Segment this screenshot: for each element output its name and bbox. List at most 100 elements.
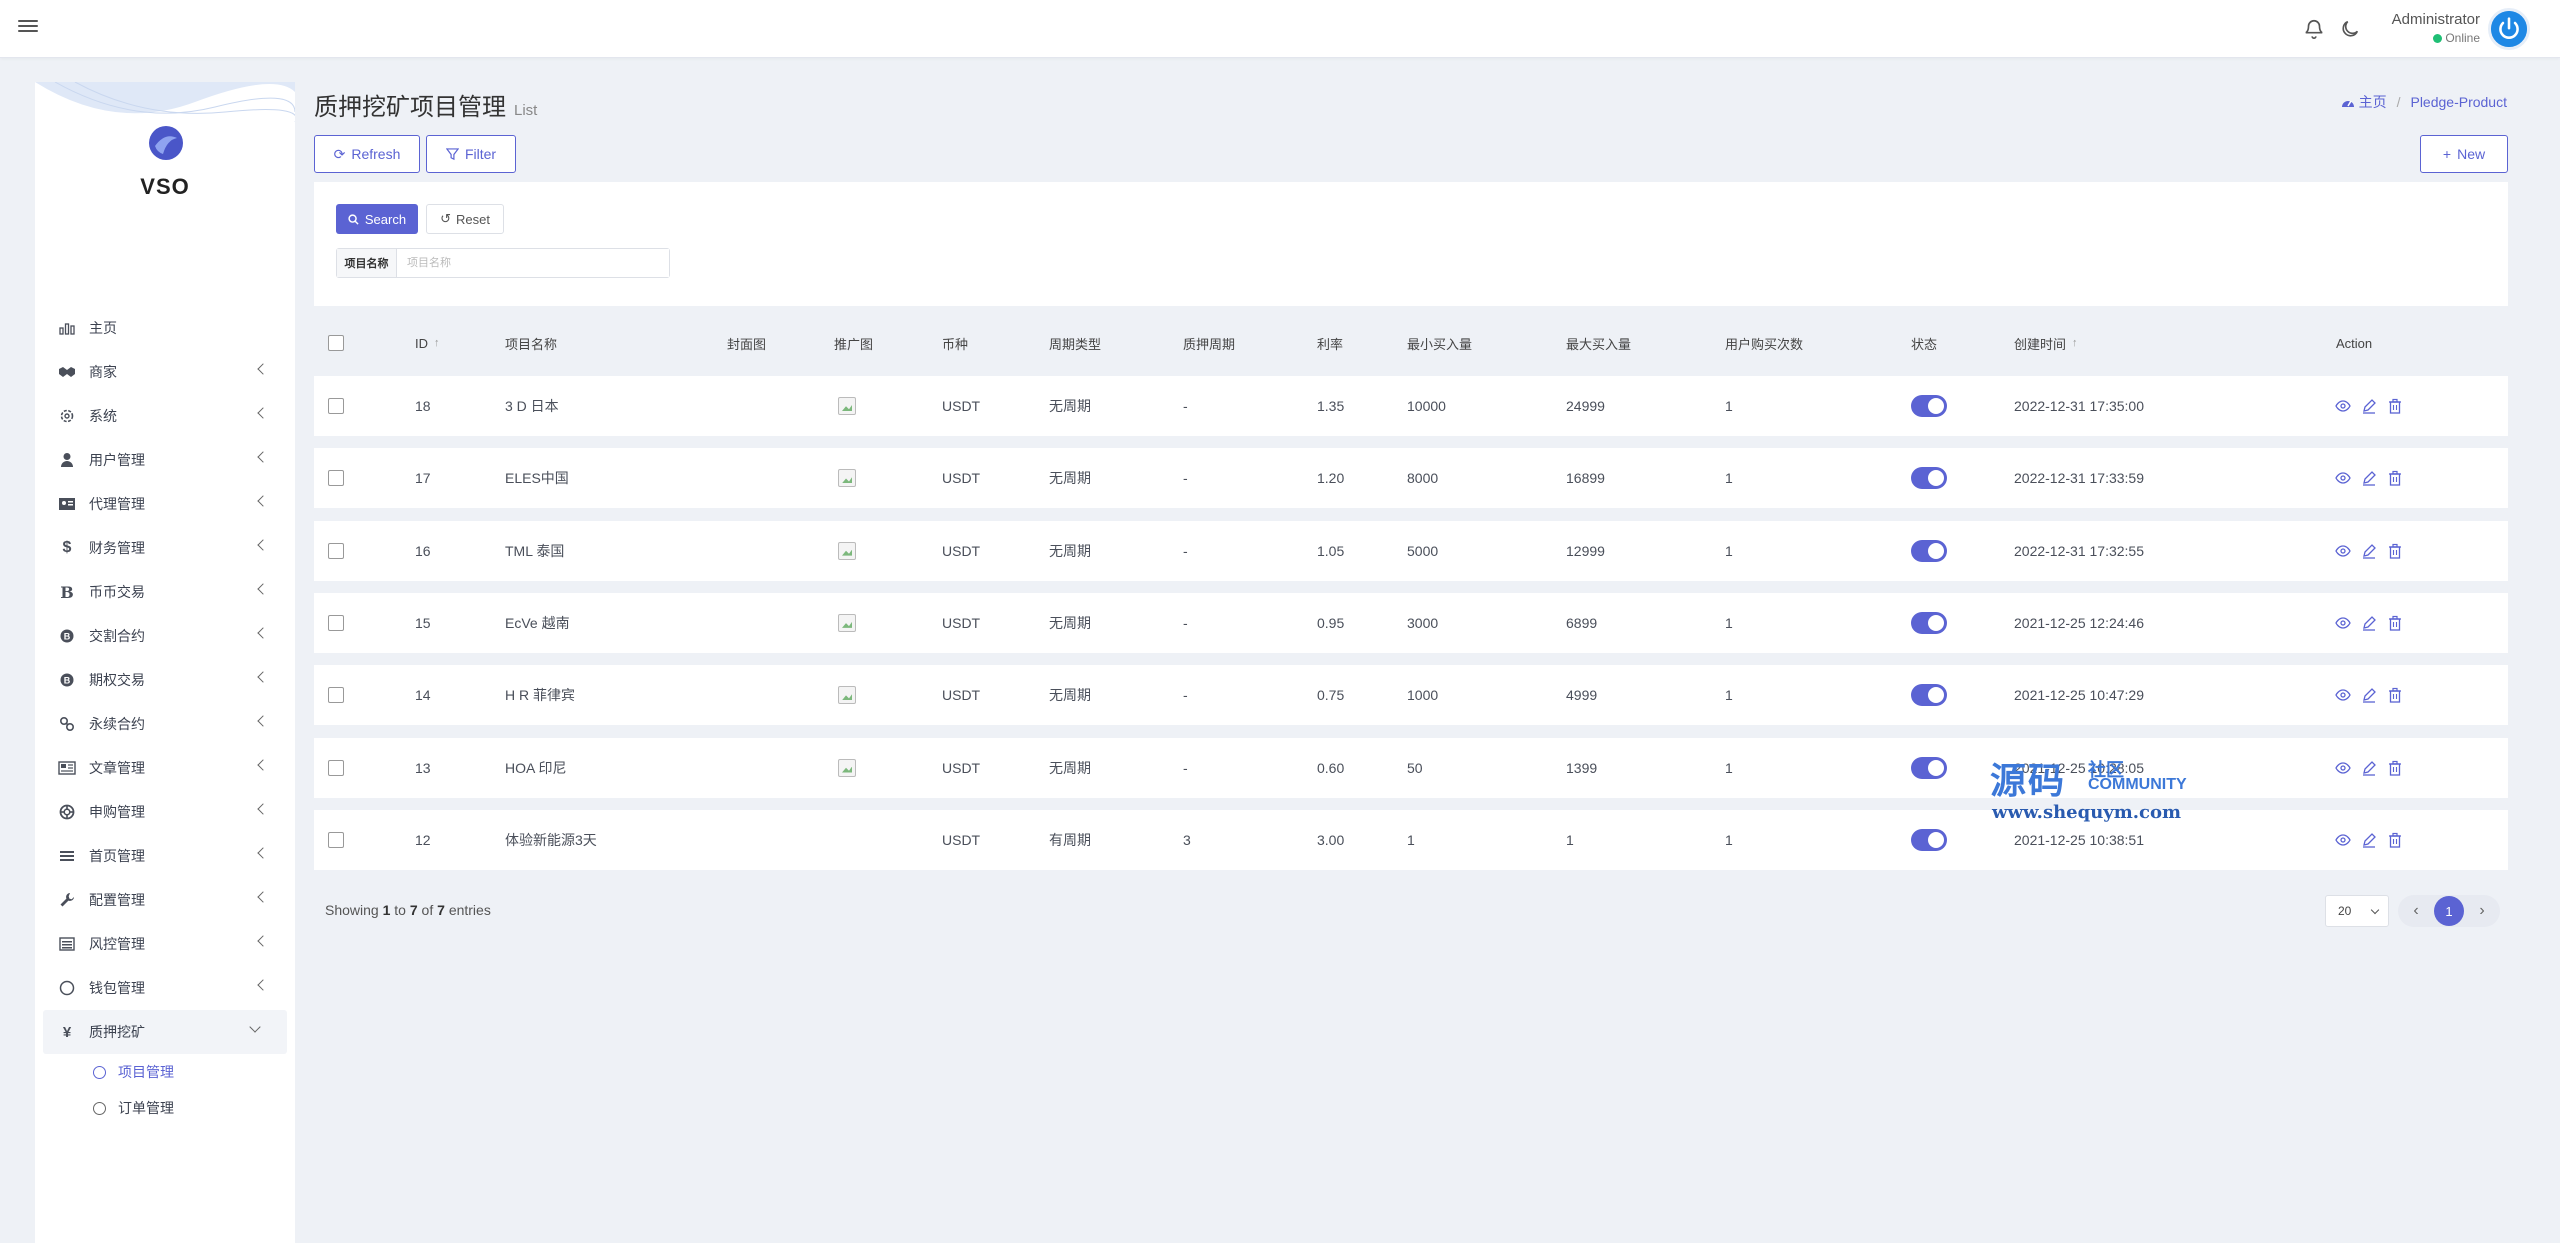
filter-button[interactable]: Filter: [426, 135, 516, 173]
wrench-icon: [57, 891, 77, 909]
cell-cycle: -: [1183, 542, 1188, 559]
eye-icon[interactable]: [2335, 832, 2351, 848]
project-name-input[interactable]: [397, 249, 669, 277]
sidebar-item-16[interactable]: ¥ 质押挖矿: [43, 1010, 287, 1054]
select-all-checkbox[interactable]: [328, 335, 344, 351]
sidebar-subitem-1[interactable]: 订单管理: [35, 1090, 295, 1126]
row-checkbox[interactable]: [328, 759, 344, 776]
edit-icon[interactable]: [2361, 760, 2377, 776]
status-toggle[interactable]: [1911, 395, 1947, 417]
sidebar-item-15[interactable]: 钱包管理: [35, 966, 295, 1010]
trash-icon[interactable]: [2387, 543, 2403, 559]
showing-total: 7: [437, 902, 445, 918]
undo-icon: ↺: [440, 211, 451, 226]
sidebar-item-10[interactable]: 文章管理: [35, 746, 295, 790]
trash-icon[interactable]: [2387, 470, 2403, 486]
sidebar-item-13[interactable]: 配置管理: [35, 878, 295, 922]
avatar[interactable]: [2488, 8, 2530, 50]
cell-id: 18: [415, 398, 431, 414]
breadcrumb-home[interactable]: 主页: [2359, 92, 2387, 112]
sidebar-item-11[interactable]: 申购管理: [35, 790, 295, 834]
sidebar-item-1[interactable]: 商家: [35, 350, 295, 394]
row-checkbox[interactable]: [328, 542, 344, 559]
sidebar-item-5[interactable]: $ 财务管理: [35, 526, 295, 570]
cell-coin: USDT: [942, 470, 981, 487]
image-thumbnail-icon[interactable]: [838, 758, 856, 777]
edit-icon[interactable]: [2361, 687, 2377, 703]
cell-cycle-type: 无周期: [1049, 687, 1091, 704]
sidebar-item-0[interactable]: 主页: [35, 306, 295, 350]
cell-coin: USDT: [942, 398, 981, 414]
trash-icon[interactable]: [2387, 832, 2403, 848]
sidebar-item-2[interactable]: 系统: [35, 394, 295, 438]
trash-icon[interactable]: [2387, 398, 2403, 414]
edit-icon[interactable]: [2361, 398, 2377, 414]
cell-coin: USDT: [942, 759, 981, 776]
eye-icon[interactable]: [2335, 398, 2351, 414]
row-select-cell: [328, 738, 344, 798]
project-name-label: 项目名称: [337, 249, 397, 277]
sidebar-item-label: 首页管理: [89, 848, 145, 864]
sidebar-item-7[interactable]: B 交割合约: [35, 614, 295, 658]
row-checkbox[interactable]: [328, 831, 344, 848]
status-toggle[interactable]: [1911, 828, 1947, 851]
cell-status: [1911, 448, 1947, 508]
page-size-select[interactable]: 20: [2325, 895, 2389, 927]
current-page-button[interactable]: 1: [2434, 896, 2464, 926]
row-checkbox[interactable]: [328, 614, 344, 631]
cell-rate: 0.75: [1317, 687, 1345, 704]
image-thumbnail-icon[interactable]: [838, 613, 856, 632]
eye-icon[interactable]: [2335, 760, 2351, 776]
image-thumbnail-icon[interactable]: [838, 686, 856, 705]
eye-icon[interactable]: [2335, 470, 2351, 486]
status-toggle[interactable]: [1911, 611, 1947, 634]
image-thumbnail-icon[interactable]: [838, 469, 856, 488]
col-rate: 利率: [1317, 336, 1344, 352]
new-button[interactable]: + New: [2420, 135, 2508, 173]
eye-icon[interactable]: [2335, 687, 2351, 703]
eye-icon[interactable]: [2335, 615, 2351, 631]
sidebar-item-4[interactable]: 代理管理: [35, 482, 295, 526]
sidebar-item-9[interactable]: 永续合约: [35, 702, 295, 746]
eye-icon[interactable]: [2335, 543, 2351, 559]
trash-icon[interactable]: [2387, 687, 2403, 703]
cell-cycle-type: 有周期: [1049, 831, 1091, 848]
showing-of-word: of: [421, 902, 434, 918]
image-thumbnail-icon[interactable]: [838, 397, 856, 415]
reset-button[interactable]: ↺ Reset: [426, 204, 504, 234]
row-checkbox[interactable]: [328, 470, 344, 487]
sidebar-item-8[interactable]: B 期权交易: [35, 658, 295, 702]
edit-icon[interactable]: [2361, 832, 2377, 848]
status-toggle[interactable]: [1911, 467, 1947, 490]
refresh-button[interactable]: ⟳ Refresh: [314, 135, 420, 173]
cell-cycle-type: 无周期: [1049, 470, 1091, 487]
cell-min: 1000: [1407, 687, 1439, 704]
edit-icon[interactable]: [2361, 470, 2377, 486]
trash-icon[interactable]: [2387, 760, 2403, 776]
sidebar-item-6[interactable]: B 币币交易: [35, 570, 295, 614]
row-checkbox[interactable]: [328, 398, 344, 414]
cell-coin: USDT: [942, 831, 981, 848]
sidebar-item-14[interactable]: 风控管理: [35, 922, 295, 966]
image-thumbnail-icon[interactable]: [838, 541, 856, 560]
status-toggle[interactable]: [1911, 684, 1947, 707]
trash-icon[interactable]: [2387, 615, 2403, 631]
menu-toggle-icon[interactable]: [18, 17, 38, 39]
col-created[interactable]: 创建时间 ↑: [2014, 320, 2078, 366]
cell-min: 8000: [1407, 470, 1439, 487]
col-id[interactable]: ID ↑: [415, 320, 440, 366]
sidebar-item-3[interactable]: 用户管理: [35, 438, 295, 482]
edit-icon[interactable]: [2361, 615, 2377, 631]
sidebar-item-12[interactable]: 首页管理: [35, 834, 295, 878]
status-toggle[interactable]: [1911, 539, 1947, 562]
user-info[interactable]: Administrator Online: [2392, 11, 2480, 45]
next-page-icon[interactable]: ›: [2472, 902, 2492, 920]
sidebar-subitem-0[interactable]: 项目管理: [35, 1054, 295, 1090]
search-button[interactable]: Search: [336, 204, 418, 234]
row-checkbox[interactable]: [328, 687, 344, 704]
edit-icon[interactable]: [2361, 543, 2377, 559]
bell-icon[interactable]: [2303, 18, 2325, 40]
moon-icon[interactable]: [2339, 18, 2361, 40]
status-toggle[interactable]: [1911, 756, 1947, 779]
prev-page-icon[interactable]: ‹: [2406, 902, 2426, 920]
